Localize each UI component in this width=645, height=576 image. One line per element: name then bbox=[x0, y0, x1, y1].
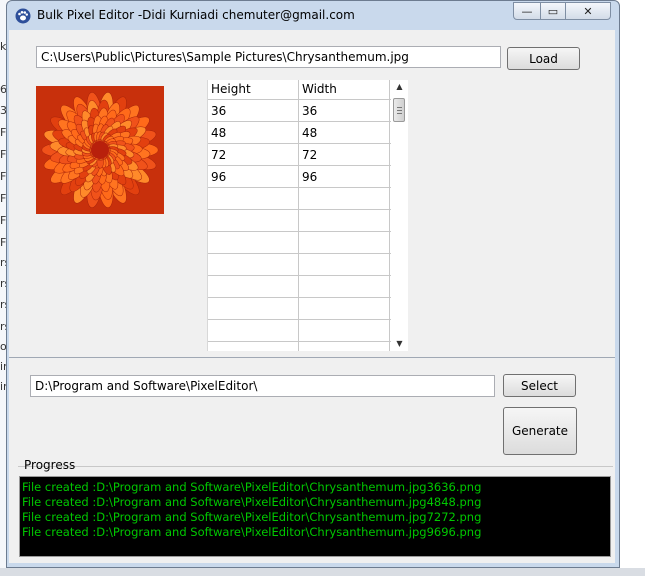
table-row[interactable] bbox=[208, 276, 392, 298]
window-title: Bulk Pixel Editor -Didi Kurniadi chemute… bbox=[37, 8, 355, 22]
maximize-button[interactable]: ▭ bbox=[540, 2, 566, 20]
height-cell[interactable] bbox=[208, 232, 299, 253]
width-cell[interactable]: 96 bbox=[299, 166, 390, 187]
background-bottom-strip bbox=[0, 568, 645, 576]
table-row[interactable] bbox=[208, 232, 392, 254]
width-cell[interactable]: 72 bbox=[299, 144, 390, 165]
minimize-button[interactable]: — bbox=[513, 2, 541, 20]
table-row[interactable] bbox=[208, 320, 392, 342]
width-cell[interactable] bbox=[299, 188, 390, 209]
height-cell[interactable] bbox=[208, 210, 299, 231]
generate-button[interactable]: Generate bbox=[503, 407, 577, 455]
column-header-width[interactable]: Width bbox=[299, 80, 390, 99]
log-line: File created :D:\Program and Software\Pi… bbox=[22, 480, 482, 494]
table-row[interactable]: 96 96 bbox=[208, 166, 392, 188]
close-button[interactable]: ✕ bbox=[565, 2, 611, 20]
chrysanthemum-preview-image bbox=[36, 86, 164, 214]
table-row[interactable] bbox=[208, 188, 392, 210]
width-cell[interactable] bbox=[299, 342, 390, 351]
table-row[interactable] bbox=[208, 298, 392, 320]
width-cell[interactable] bbox=[299, 254, 390, 275]
height-cell[interactable]: 36 bbox=[208, 100, 299, 121]
table-row[interactable]: 72 72 bbox=[208, 144, 392, 166]
table-row[interactable]: 48 48 bbox=[208, 122, 392, 144]
table-row[interactable]: 36 36 bbox=[208, 100, 392, 122]
width-cell[interactable] bbox=[299, 276, 390, 297]
height-cell[interactable]: 72 bbox=[208, 144, 299, 165]
output-folder-input[interactable]: D:\Program and Software\PixelEditor\ bbox=[30, 375, 495, 397]
source-panel: C:\Users\Public\Pictures\Sample Pictures… bbox=[9, 30, 615, 358]
column-header-height[interactable]: Height bbox=[208, 80, 299, 99]
log-line: File created :D:\Program and Software\Pi… bbox=[22, 510, 482, 524]
select-folder-button[interactable]: Select bbox=[503, 374, 576, 397]
table-body: 36 36 48 48 72 72 96 96 bbox=[208, 100, 392, 351]
paw-print-icon bbox=[15, 8, 31, 24]
maximize-icon: ▭ bbox=[547, 4, 559, 18]
table-header: Height Width bbox=[208, 80, 392, 100]
height-cell[interactable] bbox=[208, 342, 299, 351]
chevron-down-icon[interactable]: ▼ bbox=[391, 337, 408, 351]
scrollbar-thumb[interactable] bbox=[393, 98, 405, 122]
load-button[interactable]: Load bbox=[507, 47, 580, 70]
width-cell[interactable]: 48 bbox=[299, 122, 390, 143]
width-cell[interactable]: 36 bbox=[299, 100, 390, 121]
close-icon: ✕ bbox=[583, 4, 593, 18]
progress-log[interactable]: File created :D:\Program and Software\Pi… bbox=[19, 476, 611, 557]
app-window: Bulk Pixel Editor -Didi Kurniadi chemute… bbox=[6, 0, 620, 568]
height-cell[interactable] bbox=[208, 298, 299, 319]
client-area: C:\Users\Public\Pictures\Sample Pictures… bbox=[9, 30, 615, 563]
table-row[interactable] bbox=[208, 210, 392, 232]
table-scrollbar[interactable]: ▲ ▼ bbox=[391, 80, 408, 351]
width-cell[interactable] bbox=[299, 232, 390, 253]
height-cell[interactable]: 48 bbox=[208, 122, 299, 143]
progress-group-border bbox=[18, 466, 613, 467]
width-cell[interactable] bbox=[299, 210, 390, 231]
log-line: File created :D:\Program and Software\Pi… bbox=[22, 525, 482, 539]
progress-label: Progress bbox=[24, 458, 76, 472]
title-bar[interactable]: Bulk Pixel Editor -Didi Kurniadi chemute… bbox=[7, 1, 619, 29]
width-cell[interactable] bbox=[299, 298, 390, 319]
sizes-table[interactable]: Height Width 36 36 48 48 72 72 96 96 bbox=[207, 80, 392, 351]
minimize-icon: — bbox=[521, 4, 533, 18]
table-row[interactable] bbox=[208, 254, 392, 276]
height-cell[interactable] bbox=[208, 254, 299, 275]
width-cell[interactable] bbox=[299, 320, 390, 341]
log-line: File created :D:\Program and Software\Pi… bbox=[22, 495, 482, 509]
image-path-input[interactable]: C:\Users\Public\Pictures\Sample Pictures… bbox=[36, 46, 501, 68]
height-cell[interactable] bbox=[208, 188, 299, 209]
chevron-up-icon[interactable]: ▲ bbox=[391, 80, 408, 94]
height-cell[interactable] bbox=[208, 320, 299, 341]
background-right-strip bbox=[622, 0, 645, 576]
table-row[interactable] bbox=[208, 342, 392, 351]
height-cell[interactable] bbox=[208, 276, 299, 297]
height-cell[interactable]: 96 bbox=[208, 166, 299, 187]
